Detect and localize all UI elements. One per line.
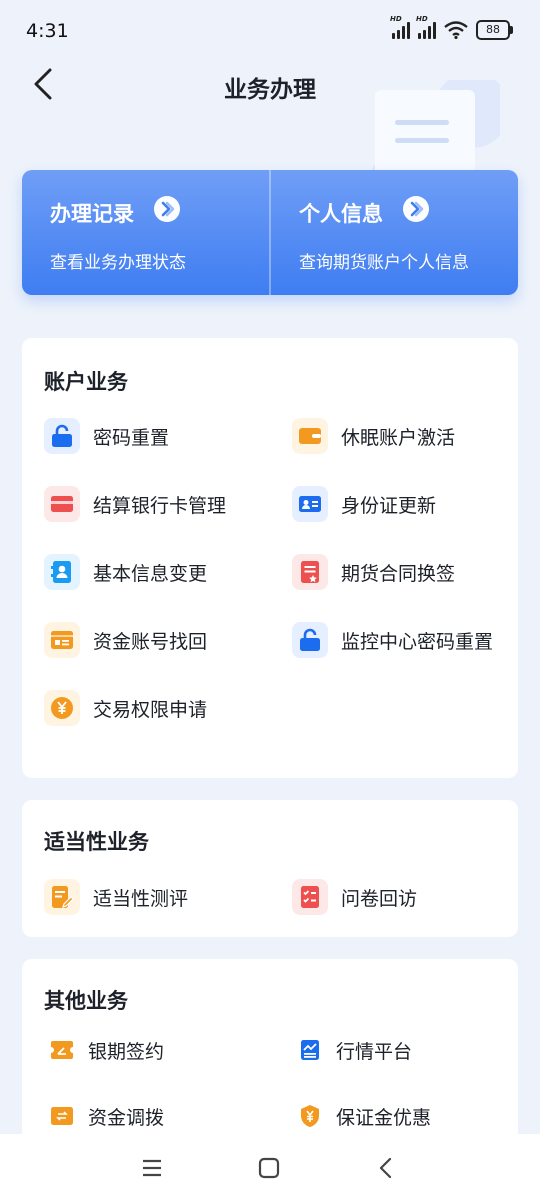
home-button[interactable]: [253, 1152, 285, 1184]
other-business-card: 其他业务 银期签约 行情平台 资金调拨 保证金优惠: [22, 959, 518, 1159]
fund-transfer-item[interactable]: 资金调拨: [48, 1096, 164, 1136]
market-platform-item[interactable]: 行情平台: [296, 1030, 412, 1070]
personal-info-subtitle: 查询期货账户个人信息: [299, 253, 469, 273]
section-title: 适当性业务: [44, 830, 149, 854]
item-label: 期货合同换签: [341, 562, 456, 585]
status-time: 4:31: [26, 20, 69, 42]
account-business-card: 账户业务 密码重置 休眠账户激活 结算银行卡管理 身份证更新 基本信息变更 期货…: [22, 338, 518, 778]
bank-card-management-item[interactable]: 结算银行卡管理: [44, 484, 226, 524]
id-card-icon: [292, 486, 328, 522]
chevron-left-icon: [379, 1157, 392, 1179]
margin-discount-item[interactable]: 保证金优惠: [296, 1096, 431, 1136]
item-label: 资金账号找回: [93, 630, 208, 653]
item-label: 问卷回访: [341, 887, 418, 910]
sign-ticket-icon: [48, 1036, 76, 1064]
item-label: 行情平台: [336, 1040, 413, 1063]
item-label: 交易权限申请: [93, 698, 208, 721]
bank-futures-signing-item[interactable]: 银期签约: [48, 1030, 164, 1070]
suitability-business-card: 适当性业务 适当性测评 问卷回访: [22, 800, 518, 937]
quick-links-banner: 办理记录 查看业务办理状态 个人信息 查询期货账户个人信息: [22, 170, 518, 295]
signal-hd-label: HD: [416, 15, 428, 23]
shield-yuan-icon: [296, 1102, 324, 1130]
wallet-icon: [292, 418, 328, 454]
personal-info-title: 个人信息: [299, 202, 383, 226]
arrow-right-circle-icon: [403, 196, 429, 222]
personal-info-link[interactable]: 个人信息 查询期货账户个人信息: [269, 170, 518, 295]
item-label: 结算银行卡管理: [93, 494, 227, 517]
signal-icon: HD: [416, 15, 436, 39]
password-reset-item[interactable]: 密码重置: [44, 416, 169, 456]
system-back-button[interactable]: [370, 1152, 402, 1184]
yuan-icon: [44, 690, 80, 726]
item-label: 资金调拨: [88, 1106, 165, 1129]
section-title: 账户业务: [44, 370, 128, 394]
wifi-icon: [444, 21, 468, 39]
status-icons: HD HD 88: [390, 15, 513, 40]
status-bar: 4:31 HD HD 88: [0, 0, 540, 64]
dormant-account-activation-item[interactable]: 休眠账户激活: [292, 416, 455, 456]
system-navigation-bar: [0, 1134, 540, 1200]
item-label: 基本信息变更: [93, 562, 208, 585]
item-label: 银期签约: [88, 1040, 165, 1063]
records-title: 办理记录: [50, 202, 134, 226]
account-card-icon: [44, 622, 80, 658]
contract-icon: [292, 554, 328, 590]
monitoring-center-password-reset-item[interactable]: 监控中心密码重置: [292, 620, 493, 660]
basic-info-change-item[interactable]: 基本信息变更: [44, 552, 207, 592]
edit-doc-icon: [44, 879, 80, 915]
lock-icon: [44, 418, 80, 454]
signal-hd-label: HD: [390, 15, 402, 23]
menu-button[interactable]: [136, 1152, 168, 1184]
square-home-icon: [258, 1157, 280, 1179]
fund-account-recovery-item[interactable]: 资金账号找回: [44, 620, 207, 660]
item-label: 保证金优惠: [336, 1106, 432, 1129]
item-label: 适当性测评: [93, 887, 189, 910]
item-label: 监控中心密码重置: [341, 630, 494, 653]
transfer-icon: [48, 1102, 76, 1130]
arrow-right-circle-icon: [154, 196, 180, 222]
lock-icon: [292, 622, 328, 658]
battery-icon: 88: [476, 20, 513, 40]
item-label: 密码重置: [93, 426, 170, 449]
futures-contract-resign-item[interactable]: 期货合同换签: [292, 552, 455, 592]
records-link[interactable]: 办理记录 查看业务办理状态: [22, 170, 269, 295]
bank-card-icon: [44, 486, 80, 522]
trading-permission-apply-item[interactable]: 交易权限申请: [44, 688, 207, 728]
signal-icon: HD: [390, 15, 410, 39]
item-label: 休眠账户激活: [341, 426, 456, 449]
checklist-icon: [292, 879, 328, 915]
contact-icon: [44, 554, 80, 590]
id-card-update-item[interactable]: 身份证更新: [292, 484, 436, 524]
item-label: 身份证更新: [341, 494, 437, 517]
menu-icon: [143, 1159, 161, 1177]
records-subtitle: 查看业务办理状态: [50, 253, 186, 273]
questionnaire-revisit-item[interactable]: 问卷回访: [292, 877, 417, 917]
market-chart-icon: [296, 1036, 324, 1064]
suitability-assessment-item[interactable]: 适当性测评: [44, 877, 188, 917]
section-title: 其他业务: [44, 989, 128, 1013]
